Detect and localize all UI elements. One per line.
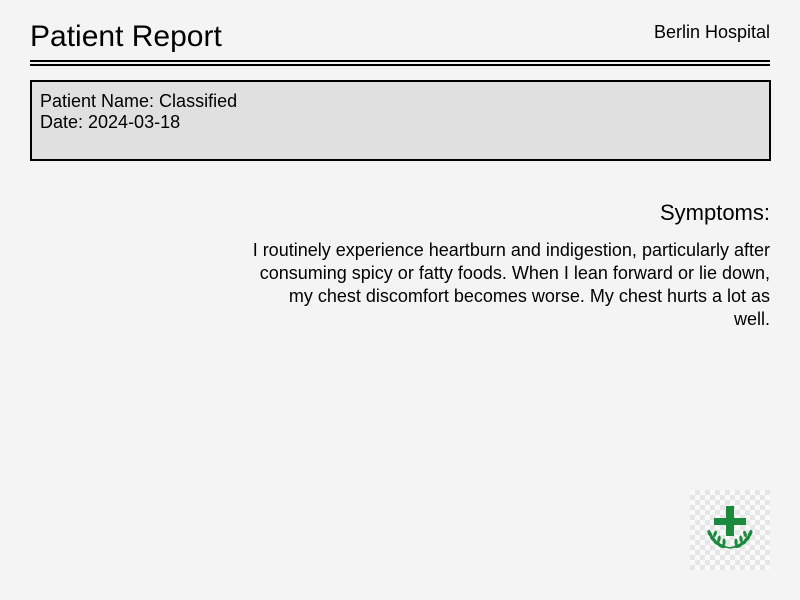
- patient-name: Patient Name: Classified: [40, 91, 238, 111]
- hospital-logo: [690, 490, 770, 570]
- header-divider: [30, 60, 770, 66]
- page-title: Patient Report: [30, 20, 222, 53]
- symptoms-heading: Symptoms:: [659, 200, 770, 225]
- hospital-name: Berlin Hospital: [653, 22, 770, 42]
- symptoms-text: I routinely experience heartburn and ind…: [252, 240, 770, 329]
- medical-cross-laurel-icon: [707, 506, 753, 549]
- patient-info-box: Patient Name: Classified Date: 2024-03-1…: [30, 80, 771, 161]
- report-date: Date: 2024-03-18: [40, 112, 181, 132]
